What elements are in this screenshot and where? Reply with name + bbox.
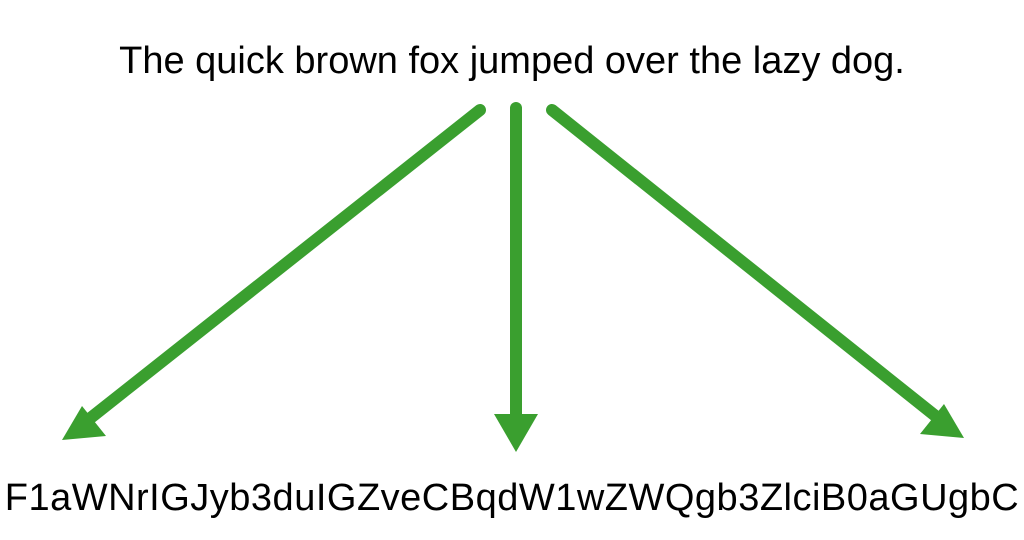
arrow-right-icon [552,110,964,438]
source-text: The quick brown fox jumped over the lazy… [0,40,1024,83]
encoded-text: F1aWNrIGJyb3duIGZveCBqdW1wZWQgb3ZlciB0aG… [0,477,1024,520]
arrow-center-icon [494,108,538,452]
arrow-left-icon [62,110,480,440]
